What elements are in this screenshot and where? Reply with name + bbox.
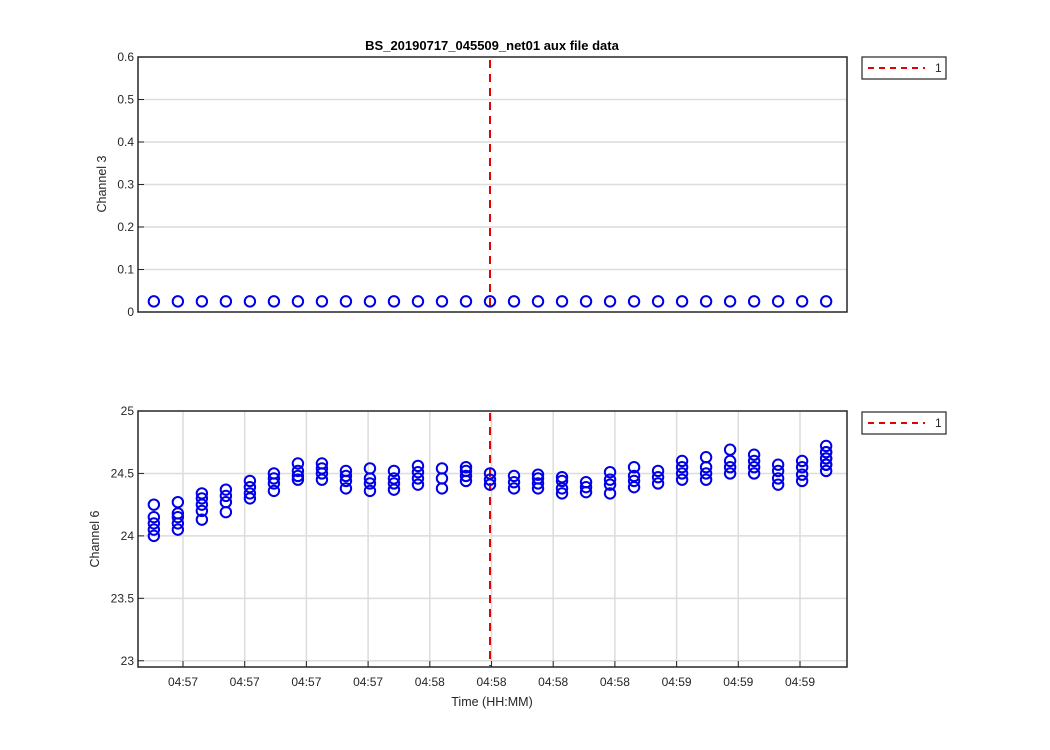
x-tick-label: 04:57 <box>291 675 321 689</box>
chart-title: BS_20190717_045509_net01 aux file data <box>365 38 619 53</box>
x-tick-label: 04:57 <box>168 675 198 689</box>
y-axis-label: Channel 3 <box>95 155 109 212</box>
y-tick-label: 0 <box>127 305 134 319</box>
y-axis-label: Channel 6 <box>88 510 102 567</box>
x-tick-label: 04:58 <box>476 675 506 689</box>
legend[interactable]: 1 <box>861 56 947 80</box>
x-tick-label: 04:58 <box>538 675 568 689</box>
x-tick-label: 04:57 <box>230 675 260 689</box>
x-tick-label: 04:59 <box>662 675 692 689</box>
x-axis-label: Time (HH:MM) <box>451 695 532 709</box>
x-tick-label: 04:57 <box>353 675 383 689</box>
y-tick-label: 24 <box>121 529 135 543</box>
y-tick-label: 0.6 <box>117 50 134 64</box>
x-tick-label: 04:59 <box>723 675 753 689</box>
x-tick-label: 04:58 <box>600 675 630 689</box>
y-tick-label: 0.4 <box>117 135 134 149</box>
y-tick-label: 24.5 <box>111 466 135 480</box>
x-tick-label: 04:58 <box>415 675 445 689</box>
y-tick-label: 0.3 <box>117 178 134 192</box>
y-tick-label: 0.5 <box>117 93 134 107</box>
y-tick-label: 25 <box>121 404 135 418</box>
y-tick-label: 23 <box>121 654 135 668</box>
y-tick-label: 23.5 <box>111 591 135 605</box>
figure: BS_20190717_045509_net01 aux file data 0… <box>88 38 947 709</box>
legend-label: 1 <box>935 416 942 430</box>
legend-label: 1 <box>935 61 942 75</box>
channel-3-axes: BS_20190717_045509_net01 aux file data 0… <box>95 38 947 319</box>
channel-6-axes: 23 23.5 24 24.5 25 04:57 04:57 04:57 04:57 04:58… <box>88 404 947 709</box>
x-tick-label: 04:59 <box>785 675 815 689</box>
y-tick-label: 0.2 <box>117 220 134 234</box>
legend[interactable]: 1 <box>861 411 947 435</box>
y-tick-label: 0.1 <box>117 263 134 277</box>
